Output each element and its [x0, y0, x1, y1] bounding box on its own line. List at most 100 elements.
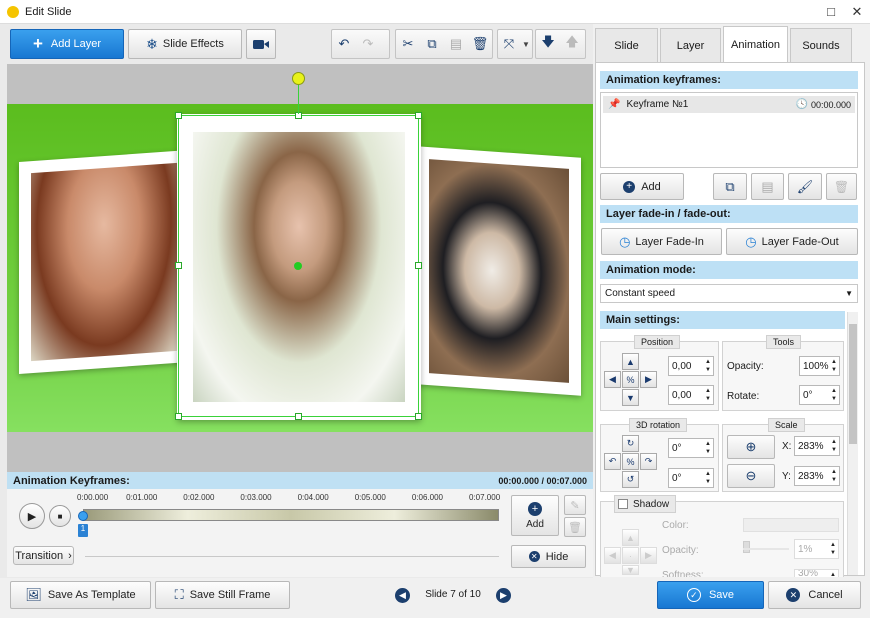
- fade-out-button[interactable]: ◷ Layer Fade-Out: [726, 228, 858, 255]
- center-position-button[interactable]: %: [622, 371, 639, 388]
- pin-icon: 📌: [608, 99, 621, 110]
- tab-layer[interactable]: Layer: [660, 28, 721, 62]
- fade-in-button[interactable]: ◷ Layer Fade-In: [601, 228, 722, 255]
- keyframe-row[interactable]: 📌 Keyframe №1 🕓 00:00.000: [603, 96, 855, 113]
- shadow-center-button[interactable]: ·: [622, 547, 639, 564]
- shadow-opacity-input[interactable]: 1%: [794, 539, 839, 559]
- shadow-opacity-slider[interactable]: [743, 541, 750, 553]
- delete-keyframe-button[interactable]: 🗑: [564, 517, 586, 537]
- resize-handle[interactable]: [175, 112, 182, 119]
- stop-button[interactable]: ■: [49, 505, 71, 527]
- rotation-handle[interactable]: [292, 72, 305, 85]
- paste-keyframe-button[interactable]: ▤: [751, 173, 784, 200]
- slide-effects-button[interactable]: ❄ Slide Effects: [128, 29, 242, 59]
- play-button[interactable]: ▶: [19, 503, 45, 529]
- brush-button[interactable]: 🖌: [788, 173, 822, 200]
- cut-icon[interactable]: ✂: [396, 36, 420, 52]
- slide-canvas[interactable]: [7, 64, 593, 472]
- rotate-input[interactable]: 0°: [799, 385, 840, 405]
- shadow-softness-input[interactable]: 30%: [794, 569, 839, 577]
- shadow-up-button[interactable]: ▲: [622, 529, 639, 546]
- maximize-icon[interactable]: □: [818, 4, 844, 19]
- animation-mode-select[interactable]: Constant speed ▼: [600, 284, 858, 303]
- scale-x-input[interactable]: 283%: [794, 436, 840, 456]
- rotate-label: Rotate:: [727, 391, 760, 402]
- shadow-down-button[interactable]: ▼: [622, 565, 639, 575]
- scrollbar-thumb[interactable]: [849, 324, 857, 444]
- save-as-template-button[interactable]: 🖼 Save As Template: [10, 581, 151, 609]
- zoom-out-button[interactable]: ⊖: [727, 464, 775, 488]
- keyframes-section-title: Animation keyframes:: [600, 71, 858, 89]
- bride-laughing-image: [31, 162, 177, 362]
- tab-slide[interactable]: Slide: [595, 28, 658, 62]
- right-photo[interactable]: [417, 146, 581, 396]
- move-down-button[interactable]: ▼: [622, 389, 639, 406]
- transition-button[interactable]: Transition ›: [13, 546, 74, 565]
- resize-handle[interactable]: [415, 413, 422, 420]
- delete-keyframe-button[interactable]: 🗑: [826, 173, 857, 200]
- redo-icon[interactable]: ↷: [356, 36, 380, 52]
- undo-icon[interactable]: ↶: [332, 36, 356, 52]
- center-point[interactable]: [294, 262, 302, 270]
- settings-scrollbar[interactable]: [847, 312, 858, 575]
- save-still-frame-button[interactable]: ⛶ Save Still Frame: [155, 581, 290, 609]
- resize-handle[interactable]: [415, 262, 422, 269]
- position-x-input[interactable]: 0,00: [668, 356, 714, 376]
- resize-handle[interactable]: [415, 112, 422, 119]
- edit-keyframe-button[interactable]: ✎: [564, 495, 586, 515]
- cancel-button[interactable]: ✕ Cancel: [768, 581, 861, 609]
- timeline-tick: 0:06.000: [411, 493, 443, 502]
- add-keyframe-button[interactable]: + Add: [600, 173, 684, 200]
- add-layer-button[interactable]: + Add Layer: [10, 29, 124, 59]
- move-left-button[interactable]: ◀: [604, 371, 621, 388]
- shadow-softness-label: Softness:: [662, 570, 704, 577]
- resize-handle[interactable]: [175, 413, 182, 420]
- add-keyframe-button[interactable]: + Add: [511, 495, 559, 536]
- shadow-checkbox[interactable]: Shadow: [614, 495, 677, 513]
- delete-icon[interactable]: 🗑: [468, 36, 492, 52]
- tab-animation[interactable]: Animation: [723, 26, 788, 62]
- arrow-down-icon[interactable]: 🡇: [536, 33, 560, 55]
- keyframe-marker[interactable]: 1: [78, 524, 88, 537]
- previous-slide-button[interactable]: ◀: [395, 588, 410, 603]
- reset-rotation-button[interactable]: %: [622, 453, 639, 470]
- fit-icon: ⤧: [503, 36, 515, 51]
- save-button[interactable]: ✓ Save: [657, 581, 764, 609]
- timeline-track[interactable]: [83, 509, 499, 521]
- scale-y-input[interactable]: 283%: [794, 466, 840, 486]
- resize-handle[interactable]: [295, 413, 302, 420]
- timeline-area: ▶ ■ 0:00.000 0:01.000 0:02.000 0:03.000 0:04…: [7, 489, 593, 577]
- arrow-down-icon: ▼: [626, 392, 635, 403]
- timeline-time: 00:00.000 / 00:07.000: [498, 475, 587, 486]
- shadow-color-picker[interactable]: [743, 518, 839, 532]
- duplicate-keyframe-button[interactable]: ⧉: [713, 173, 747, 200]
- chevron-down-icon: ▼: [522, 39, 530, 49]
- rotate-x-up-button[interactable]: ↻: [622, 435, 639, 452]
- rotate-y-left-button[interactable]: ↶: [604, 453, 621, 470]
- shadow-left-button[interactable]: ◀: [604, 547, 621, 564]
- shadow-right-button[interactable]: ▶: [640, 547, 657, 564]
- paste-icon[interactable]: ▤: [444, 36, 468, 52]
- rotate-x-down-button[interactable]: ↺: [622, 471, 639, 488]
- zoom-in-button[interactable]: ⊕: [727, 435, 775, 459]
- rotation-3d-x-input[interactable]: 0°: [668, 438, 714, 458]
- left-photo[interactable]: [19, 150, 189, 374]
- hide-button[interactable]: ✕ Hide: [511, 545, 586, 568]
- video-camera-button[interactable]: [246, 29, 276, 59]
- close-icon[interactable]: ✕: [844, 4, 870, 20]
- video-camera-icon: [253, 39, 269, 49]
- copy-icon[interactable]: ⧉: [420, 36, 444, 52]
- playhead[interactable]: [78, 511, 88, 521]
- shadow-opacity-label: Opacity:: [662, 545, 699, 556]
- rotation-3d-y-input[interactable]: 0°: [668, 468, 714, 488]
- move-up-button[interactable]: ▲: [622, 353, 639, 370]
- tab-sounds[interactable]: Sounds: [790, 28, 852, 62]
- rotate-y-right-button[interactable]: ↷: [640, 453, 657, 470]
- arrow-up-icon[interactable]: 🡅: [560, 33, 584, 55]
- position-y-input[interactable]: 0,00: [668, 385, 714, 405]
- move-right-button[interactable]: ▶: [640, 371, 657, 388]
- opacity-input[interactable]: 100%: [799, 356, 840, 376]
- resize-handle[interactable]: [175, 262, 182, 269]
- fit-dropdown[interactable]: ⤧ ▼: [497, 29, 533, 59]
- next-slide-button[interactable]: ▶: [496, 588, 511, 603]
